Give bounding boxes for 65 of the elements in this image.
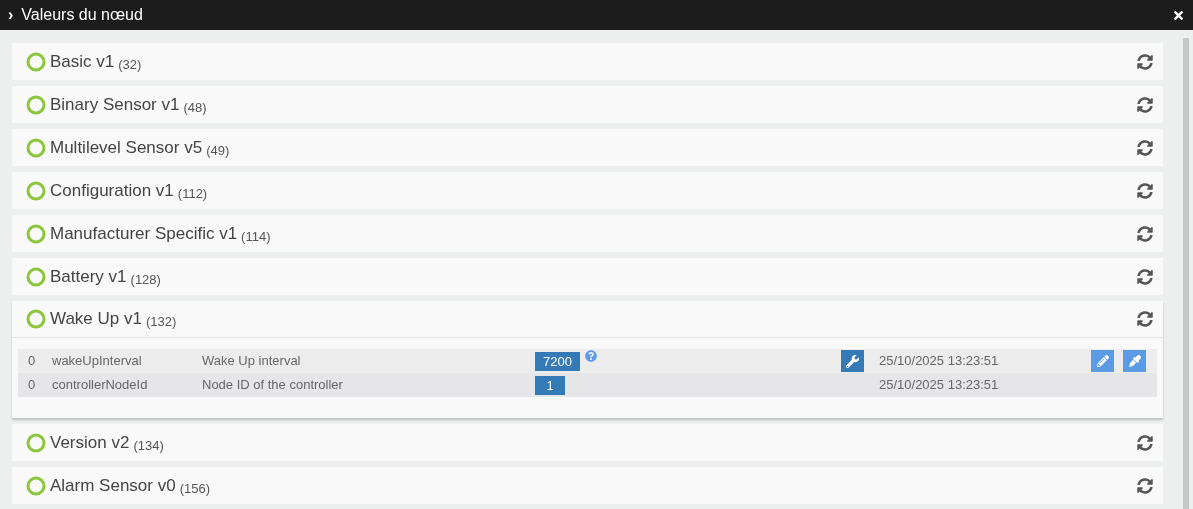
section-count: (128) [130,270,161,289]
section-header[interactable]: Wake Up v1 (132) [12,301,1163,338]
refresh-icon[interactable] [1137,225,1153,242]
updated-cell-text: 25/10/2025 13:23:51 [879,376,1000,395]
section-title: Binary Sensor v1 [50,93,180,116]
refresh-icon[interactable] [1137,182,1153,199]
value-badge[interactable]: 7200 [535,351,580,371]
wrench-icon [846,354,859,368]
status-ring-icon [26,51,46,72]
section-title: Manufacturer Specific v1 [50,222,238,245]
refresh-icon[interactable] [1137,477,1153,494]
section-title: Multilevel Sensor v5 [50,136,203,159]
status-ring-icon [26,223,46,244]
section-count: (112) [177,184,208,203]
section-header[interactable]: Multilevel Sensor v5 (49) [12,129,1163,166]
key-cell-text: controllerNodeId [51,376,149,395]
key-cell-text: wakeUpInterval [51,352,143,371]
section-count: (156) [179,479,211,498]
label-cell-text: Wake Up interval [201,352,302,371]
refresh-icon[interactable] [1137,53,1153,70]
section-count: (114) [241,227,271,246]
instance-cell-text: 0 [27,376,37,395]
section-header[interactable]: Binary Sensor v1 (48) [12,86,1163,123]
updated-cell-text: 25/10/2025 13:23:51 [879,352,1000,371]
section-header[interactable]: Alarm Sensor v0 (156) [12,467,1163,504]
refresh-icon[interactable] [1137,268,1153,285]
status-ring-icon [26,309,46,329]
section-title: Alarm Sensor v0 [50,474,176,497]
section-title: Battery v1 [50,265,127,288]
section-header[interactable]: Basic v1 (32) [12,43,1163,80]
status-ring-icon [26,94,46,115]
status-ring-icon [26,475,46,496]
pencil-icon [1096,355,1109,367]
section-title: Configuration v1 [50,179,174,202]
status-ring-icon [26,432,46,453]
status-ring-icon [26,266,46,287]
section-count: (48) [183,98,207,117]
section-header[interactable]: Manufacturer Specific v1 (114) [12,215,1163,252]
scrollbar[interactable] [1183,38,1189,509]
section-count: (134) [133,436,164,455]
expand-chevron[interactable]: › [8,3,14,27]
section-title: Basic v1 [50,50,115,73]
value-badge[interactable]: 1 [535,375,565,395]
section-header[interactable]: Version v2 (134) [12,424,1163,461]
section-title: Wake Up v1 [50,308,142,331]
section-count: (132) [145,313,177,332]
status-ring-icon [26,180,46,201]
section-count: (32) [118,55,142,74]
refresh-icon[interactable] [1137,139,1153,156]
refresh-icon[interactable] [1137,311,1153,327]
instance-cell-text: 0 [27,352,37,371]
section-header[interactable]: Battery v1 (128) [12,258,1163,295]
set-button[interactable] [1123,350,1146,372]
label-cell-text: Node ID of the controller [201,376,344,395]
close-icon[interactable] [1172,8,1185,22]
edit-button[interactable] [1091,350,1114,372]
eyedropper-icon [1128,355,1141,367]
refresh-icon[interactable] [1137,96,1153,113]
section-count: (49) [206,141,230,160]
section-title: Version v2 [50,431,130,454]
window-title: Valeurs du nœud [21,5,143,25]
status-ring-icon [26,137,46,158]
configure-button[interactable] [841,350,864,372]
section-header[interactable]: Configuration v1 (112) [12,172,1163,209]
refresh-icon[interactable] [1137,434,1153,451]
